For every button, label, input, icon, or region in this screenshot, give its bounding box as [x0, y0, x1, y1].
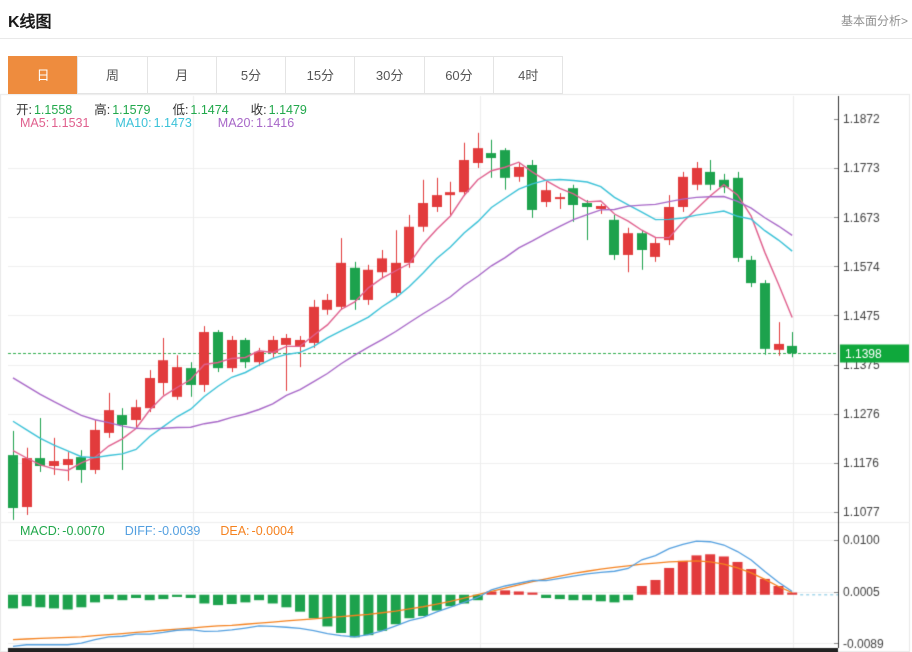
header-divider — [0, 38, 912, 39]
kline-chart-canvas[interactable] — [0, 0, 912, 652]
ma10-readout: MA10:1.1473 — [115, 116, 191, 130]
ma5-readout: MA5:1.1531 — [20, 116, 89, 130]
tab-month[interactable]: 月 — [147, 56, 217, 94]
ma20-readout: MA20:1.1416 — [218, 116, 294, 130]
macd-info-bar: MACD:-0.0070 DIFF:-0.0039 DEA:-0.0004 — [20, 524, 294, 538]
tab-15min[interactable]: 15分 — [285, 56, 355, 94]
period-tabs: 日 周 月 5分 15分 30分 60分 4时 — [8, 56, 563, 94]
kline-module: K线图 基本面分析> 日 周 月 5分 15分 30分 60分 4时 开:1.1… — [0, 0, 912, 652]
macd-readout: MACD:-0.0070 — [20, 524, 105, 538]
ma-info-bar: MA5:1.1531 MA10:1.1473 MA20:1.1416 — [20, 116, 294, 130]
tab-30min[interactable]: 30分 — [354, 56, 424, 94]
tab-60min[interactable]: 60分 — [424, 56, 494, 94]
dea-readout: DEA:-0.0004 — [220, 524, 294, 538]
tab-week[interactable]: 周 — [77, 56, 147, 94]
tab-4hour[interactable]: 4时 — [493, 56, 563, 94]
tab-5min[interactable]: 5分 — [216, 56, 286, 94]
diff-readout: DIFF:-0.0039 — [125, 524, 201, 538]
page-title: K线图 — [8, 8, 52, 32]
fundamental-analysis-link[interactable]: 基本面分析> — [841, 12, 908, 29]
tab-day[interactable]: 日 — [8, 56, 78, 94]
